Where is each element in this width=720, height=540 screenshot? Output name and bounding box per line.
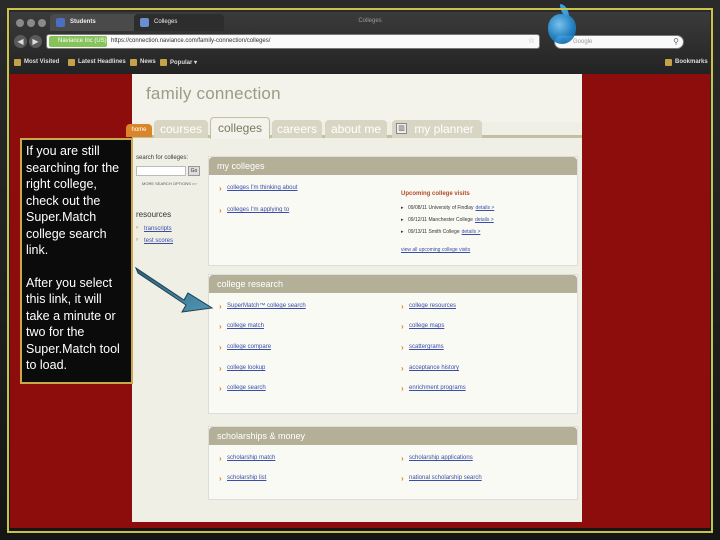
tab-courses[interactable]: courses (154, 120, 208, 138)
bookmark-label: Most Visited (24, 59, 60, 65)
window-minimize-button[interactable] (27, 19, 35, 27)
college-search-input[interactable] (136, 166, 186, 176)
visit-details-link[interactable]: details > (475, 217, 494, 223)
naviance-favicon-icon (140, 18, 149, 27)
more-search-options-link[interactable]: MORE SEARCH OPTIONS >> (142, 181, 197, 186)
tab-careers[interactable]: careers (272, 120, 322, 138)
site-identity-badge[interactable]: Naviance Inc (US) (49, 36, 107, 47)
visit-details-link[interactable]: details > (462, 229, 481, 235)
bookmark-popular[interactable]: Popular ▾ (160, 59, 197, 66)
bookmark-latest-headlines[interactable]: Latest Headlines (68, 59, 126, 66)
window-zoom-button[interactable] (38, 19, 46, 27)
visit-item: 09/08/11 University of Findlaydetails > (401, 205, 494, 211)
enrichment-programs-link[interactable]: enrichment programs (401, 384, 466, 393)
visit-item: 09/13/11 Smith Collegedetails > (401, 229, 480, 235)
apple-logo-icon (548, 14, 576, 44)
window-close-button[interactable] (16, 19, 24, 27)
browser-tab-colleges[interactable]: Colleges (134, 14, 224, 31)
visit-text: 09/12/11 Manchester College (408, 217, 473, 223)
bookmark-label: Latest Headlines (78, 59, 126, 65)
search-magnifier-icon[interactable]: ⚲ (673, 37, 679, 46)
browser-tab-label: Students (70, 19, 96, 25)
college-maps-link[interactable]: college maps (401, 322, 444, 331)
bookmark-label: News (140, 59, 156, 65)
scholarship-match-link[interactable]: scholarship match (219, 454, 275, 463)
scholarship-applications-link[interactable]: scholarship applications (401, 454, 473, 463)
college-research-section: college research SuperMatch™ college sea… (208, 274, 578, 414)
search-placeholder: Google (573, 39, 593, 45)
section-title: scholarships & money (209, 427, 577, 445)
colleges-thinking-about-link[interactable]: colleges I'm thinking about (219, 184, 298, 193)
bookmark-label: Bookmarks (675, 59, 708, 65)
bookmarks-toolbar: Most Visited Latest Headlines News Popul… (10, 56, 710, 70)
test-scores-link[interactable]: test scores (136, 237, 173, 244)
view-all-visits-link[interactable]: view all upcoming college visits (401, 247, 470, 253)
bookmark-most-visited[interactable]: Most Visited (14, 59, 60, 66)
naviance-favicon-icon (56, 18, 65, 27)
upcoming-visits-heading: Upcoming college visits (401, 191, 470, 197)
college-search-link[interactable]: college search (219, 384, 266, 393)
rss-icon (130, 59, 137, 66)
search-colleges-label: search for colleges: (136, 155, 189, 161)
visit-text: 09/08/11 University of Findlay (408, 205, 474, 211)
scattergrams-link[interactable]: scattergrams (401, 343, 444, 352)
callout-paragraph: After you select this link, it will take… (26, 275, 120, 373)
section-title: my colleges (209, 157, 577, 175)
back-arrow-icon[interactable]: ◀ (14, 35, 27, 48)
navigation-bar: ◀ ▶ Naviance Inc (US) https://connection… (10, 32, 710, 54)
scholarship-list-link[interactable]: scholarship list (219, 474, 266, 483)
url-text[interactable]: https://connection.naviance.com/family-c… (111, 38, 270, 44)
tab-about-me[interactable]: about me (325, 120, 387, 138)
college-lookup-link[interactable]: college lookup (219, 364, 265, 373)
tab-home[interactable]: home (126, 124, 152, 137)
bookmarks-menu[interactable]: Bookmarks (665, 59, 708, 66)
bookmark-star-icon[interactable]: ☆ (528, 36, 535, 45)
my-colleges-section: my colleges colleges I'm thinking about … (208, 156, 578, 266)
tab-label: my planner (414, 122, 474, 136)
tab-bar: Students Colleges Colleges (10, 12, 710, 32)
colleges-applying-to-link[interactable]: colleges I'm applying to (219, 206, 289, 215)
url-bar[interactable]: Naviance Inc (US) https://connection.nav… (46, 34, 540, 49)
transcripts-link[interactable]: transcripts (136, 225, 172, 232)
college-compare-link[interactable]: college compare (219, 343, 271, 352)
go-button[interactable]: Go (188, 166, 200, 176)
browser-chrome: Students Colleges Colleges ◀ ▶ Naviance … (10, 12, 710, 74)
resources-heading: resources (136, 210, 172, 219)
family-connection-panel: family connection home courses colleges … (126, 74, 582, 522)
forward-arrow-icon[interactable]: ▶ (29, 35, 42, 48)
bookmarks-icon (665, 59, 672, 66)
site-tab-bar: home courses colleges careers about me ▥… (126, 117, 582, 139)
visit-details-link[interactable]: details > (476, 205, 495, 211)
national-scholarship-search-link[interactable]: national scholarship search (401, 474, 482, 483)
bookmark-folder-icon (14, 59, 21, 66)
scholarships-section: scholarships & money scholarship match s… (208, 426, 578, 500)
site-title: family connection (146, 84, 281, 103)
site-header: family connection (132, 74, 582, 122)
supermatch-college-search-link[interactable]: SuperMatch™ college search (219, 302, 306, 311)
college-match-link[interactable]: college match (219, 322, 264, 331)
visit-item: 09/12/11 Manchester Collegedetails > (401, 217, 494, 223)
acceptance-history-link[interactable]: acceptance history (401, 364, 459, 373)
planner-icon: ▥ (396, 123, 407, 134)
bookmark-label: Popular ▾ (170, 60, 198, 66)
bookmark-folder-icon (160, 59, 167, 66)
window-title: Colleges (358, 18, 382, 24)
tab-my-planner[interactable]: ▥ my planner (392, 120, 482, 138)
tab-colleges[interactable]: colleges (210, 117, 270, 139)
section-title: college research (209, 275, 577, 293)
college-resources-link[interactable]: college resources (401, 302, 456, 311)
visit-text: 09/13/11 Smith College (408, 229, 460, 235)
rss-icon (68, 59, 75, 66)
callout-paragraph: If you are still searching for the right… (26, 144, 120, 257)
bookmark-news[interactable]: News (130, 59, 156, 66)
left-column: search for colleges: Go MORE SEARCH OPTI… (132, 144, 207, 284)
browser-tab-label: Colleges (154, 19, 178, 25)
instruction-callout: If you are still searching for the right… (20, 138, 133, 384)
